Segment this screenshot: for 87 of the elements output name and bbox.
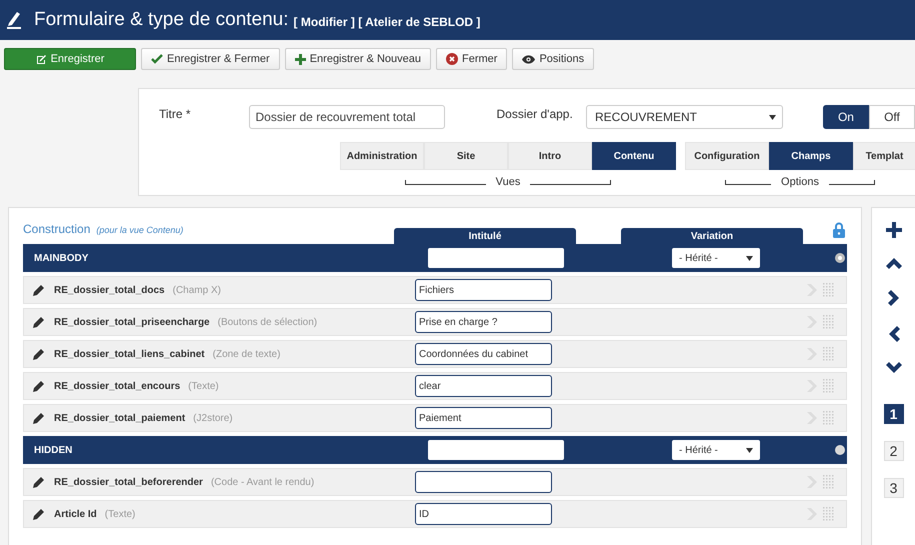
- toggle-option[interactable]: On: [822, 105, 869, 129]
- field-name: RE_dossier_total_beforerender: [54, 476, 203, 488]
- pencil-icon: [33, 476, 45, 488]
- title-field[interactable]: Dossier de recouvrement total: [248, 105, 446, 129]
- toolbar-button[interactable]: Positions: [512, 48, 594, 70]
- label-field[interactable]: Fichiers: [415, 279, 552, 301]
- drag-handle-icon: [823, 379, 834, 393]
- section-subtitle: (pour la vue Contenu): [96, 225, 184, 235]
- field-type: (Champ X): [172, 284, 222, 296]
- drag-handle-icon: [823, 507, 834, 521]
- folder-label: Dossier d'app.: [496, 106, 574, 121]
- radio-button[interactable]: [835, 253, 845, 263]
- drag-handle-icon: [823, 283, 834, 297]
- field-type: (Texte): [188, 380, 220, 392]
- page-button[interactable]: 3: [884, 478, 904, 498]
- tab[interactable]: Contenu: [592, 142, 676, 170]
- drag-handle-icon: [823, 315, 834, 329]
- group-caption: Options: [781, 176, 819, 188]
- radio-button[interactable]: [835, 445, 845, 455]
- chevron-left-icon: [888, 326, 900, 342]
- field-name: Article Id: [54, 508, 97, 520]
- variation-select[interactable]: - Hérité -: [672, 248, 760, 268]
- toolbar-button[interactable]: Enregistrer & Fermer: [141, 48, 280, 70]
- field-name: RE_dossier_total_docs: [54, 284, 165, 296]
- page-subtitle: [ Modifier ] [ Atelier de SEBLOD ]: [294, 15, 480, 29]
- column-header: Variation: [621, 228, 803, 244]
- eye-icon: [522, 54, 536, 64]
- label-field[interactable]: Coordonnées du cabinet: [415, 343, 552, 365]
- pencil-icon: [33, 348, 45, 360]
- pencil-icon: [33, 508, 45, 520]
- tab[interactable]: Intro: [508, 142, 592, 170]
- tab[interactable]: Champs: [769, 142, 853, 170]
- check-icon: [151, 54, 163, 64]
- plus-icon: [294, 54, 306, 64]
- page-title: Formulaire & type de contenu:: [34, 9, 289, 31]
- drag-handle-icon: [823, 347, 834, 361]
- pencil-icon: [33, 316, 45, 328]
- label-field[interactable]: ID: [415, 503, 552, 525]
- toolbar-button[interactable]: Enregistrer: [4, 48, 136, 70]
- tab[interactable]: Templat: [853, 142, 915, 170]
- pencil-icon: [33, 380, 45, 392]
- group-caption: Vues: [496, 176, 520, 188]
- pencil-icon: [33, 412, 45, 424]
- section-name: MAINBODY: [33, 252, 90, 264]
- toggle-option[interactable]: Off: [868, 105, 915, 129]
- lock-icon: [833, 222, 845, 238]
- field-type: (Boutons de sélection): [218, 316, 318, 328]
- variation-select[interactable]: - Hérité -: [672, 440, 760, 460]
- section-title: Construction: [23, 222, 90, 236]
- toolbar-button[interactable]: Enregistrer & Nouveau: [284, 48, 431, 70]
- caret-icon: [746, 256, 753, 260]
- folder-select[interactable]: RECOUVREMENT: [586, 105, 783, 129]
- field-type: (Zone de texte): [212, 348, 282, 360]
- drag-handle-icon: [823, 411, 834, 425]
- pencil-icon: [33, 284, 45, 296]
- label-field[interactable]: [415, 471, 552, 493]
- label-field[interactable]: [428, 248, 564, 268]
- page-button[interactable]: 2: [884, 441, 904, 461]
- drag-handle-icon: [823, 475, 834, 489]
- field-type: (J2store): [193, 412, 234, 424]
- tab[interactable]: Configuration: [685, 142, 769, 170]
- close-icon: [446, 53, 458, 65]
- label-field[interactable]: [428, 440, 564, 460]
- column-header: Intitulé: [394, 228, 576, 244]
- field-name: RE_dossier_total_liens_cabinet: [54, 348, 205, 360]
- title-label: Titre *: [159, 106, 192, 121]
- label-field[interactable]: Paiement: [415, 407, 552, 429]
- caret-icon: [746, 448, 753, 452]
- chevron-down-icon: [886, 362, 902, 374]
- field-name: RE_dossier_total_paiement: [54, 412, 186, 424]
- toolbar-button[interactable]: Fermer: [436, 48, 508, 70]
- add-icon: [886, 222, 902, 238]
- label-field[interactable]: clear: [415, 375, 552, 397]
- field-name: RE_dossier_total_priseencharge: [54, 316, 210, 328]
- field-type: (Code - Avant le rendu): [210, 476, 316, 488]
- chevron-right-icon: [888, 290, 900, 306]
- page-button[interactable]: 1: [884, 404, 904, 424]
- field-name: RE_dossier_total_encours: [54, 380, 180, 392]
- edit-icon: [36, 54, 47, 64]
- section-name: HIDDEN: [33, 444, 74, 456]
- tab[interactable]: Administration: [340, 142, 424, 170]
- pen-icon: [6, 11, 22, 29]
- caret-icon: [768, 114, 776, 120]
- label-field[interactable]: Prise en charge ?: [415, 311, 552, 333]
- tab[interactable]: Site: [424, 142, 508, 170]
- chevron-up-icon: [886, 258, 902, 270]
- field-type: (Texte): [104, 508, 136, 520]
